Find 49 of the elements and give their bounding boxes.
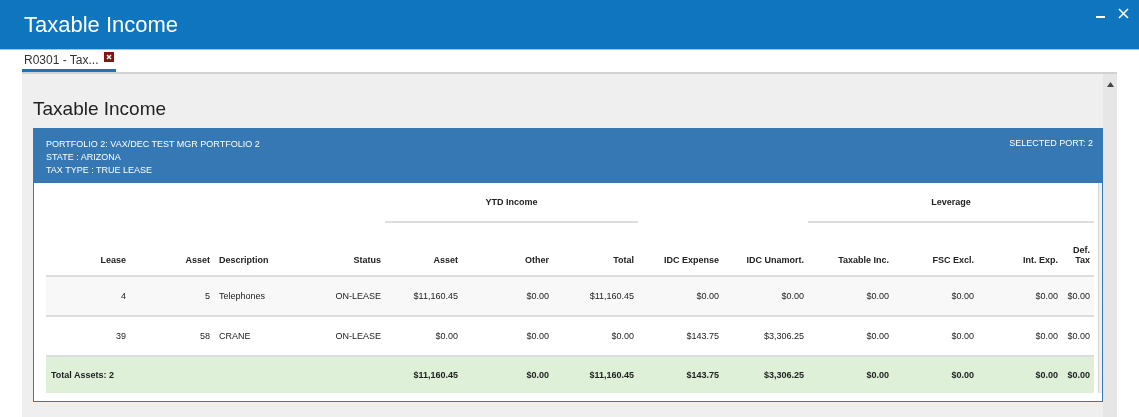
- table-cell: $11,160.45: [385, 276, 462, 316]
- table-cell: $0.00: [1062, 276, 1095, 316]
- table-cell: CRANE: [214, 315, 300, 356]
- total-cell: $0.00: [808, 355, 894, 393]
- total-cell: $143.75: [638, 355, 724, 393]
- total-cell: $0.00: [893, 355, 979, 393]
- column-group-header: Leverage: [931, 197, 971, 207]
- page-heading: Taxable Income: [33, 98, 168, 120]
- table-cell: ON-LEASE: [300, 276, 385, 316]
- table-cell: 39: [46, 315, 130, 356]
- table-cell: Telephones: [214, 276, 300, 316]
- table-cell: 5: [130, 276, 214, 316]
- total-cell: $0.00: [978, 355, 1063, 393]
- total-cell: $0.00: [462, 355, 553, 393]
- table-cell: $0.00: [978, 276, 1063, 316]
- table-cell: $143.75: [638, 315, 724, 356]
- portfolio-info: STATE : ARIZONA: [46, 151, 122, 163]
- portfolio-info: PORTFOLIO 2: VAX/DEC TEST MGR PORTFOLIO 2: [46, 138, 260, 150]
- total-cell: $3,306.25: [723, 355, 809, 393]
- total-cell: $0.00: [1062, 355, 1095, 393]
- table-cell: $0.00: [462, 315, 553, 356]
- scrollbar[interactable]: [1103, 74, 1117, 417]
- table-cell: $0.00: [808, 315, 894, 356]
- table-cell: $0.00: [893, 315, 979, 356]
- selected-port: SELECTED PORT: 2: [1009, 138, 1093, 150]
- table-cell: ON-LEASE: [300, 315, 385, 356]
- portfolio-info: TAX TYPE : TRUE LEASE: [46, 164, 154, 176]
- close-icon[interactable]: [104, 51, 115, 62]
- table-cell: $0.00: [385, 315, 462, 356]
- total-cell: $11,160.45: [385, 355, 462, 393]
- scrollbar[interactable]: [1098, 183, 1102, 393]
- table-cell: $0.00: [638, 276, 724, 316]
- table-cell: $3,306.25: [723, 315, 809, 356]
- table-cell: $0.00: [978, 315, 1063, 356]
- table-cell: $0.00: [462, 276, 553, 316]
- close-icon[interactable]: [1118, 8, 1129, 19]
- table-cell: $0.00: [893, 276, 979, 316]
- table-cell: 4: [46, 276, 130, 316]
- table-cell: 58: [130, 315, 214, 356]
- column-group-header: YTD Income: [485, 197, 538, 207]
- table-cell: $0.00: [808, 276, 894, 316]
- total-cell: $11,160.45: [553, 355, 639, 393]
- table-cell: $0.00: [553, 315, 639, 356]
- table-cell: $11,160.45: [553, 276, 639, 316]
- total-label: Total Assets: 2: [46, 355, 385, 393]
- table-cell: $0.00: [1062, 315, 1095, 356]
- table-cell: $0.00: [723, 276, 809, 316]
- window-title: Taxable Income: [24, 11, 179, 38]
- scroll-up-icon[interactable]: [1106, 82, 1114, 87]
